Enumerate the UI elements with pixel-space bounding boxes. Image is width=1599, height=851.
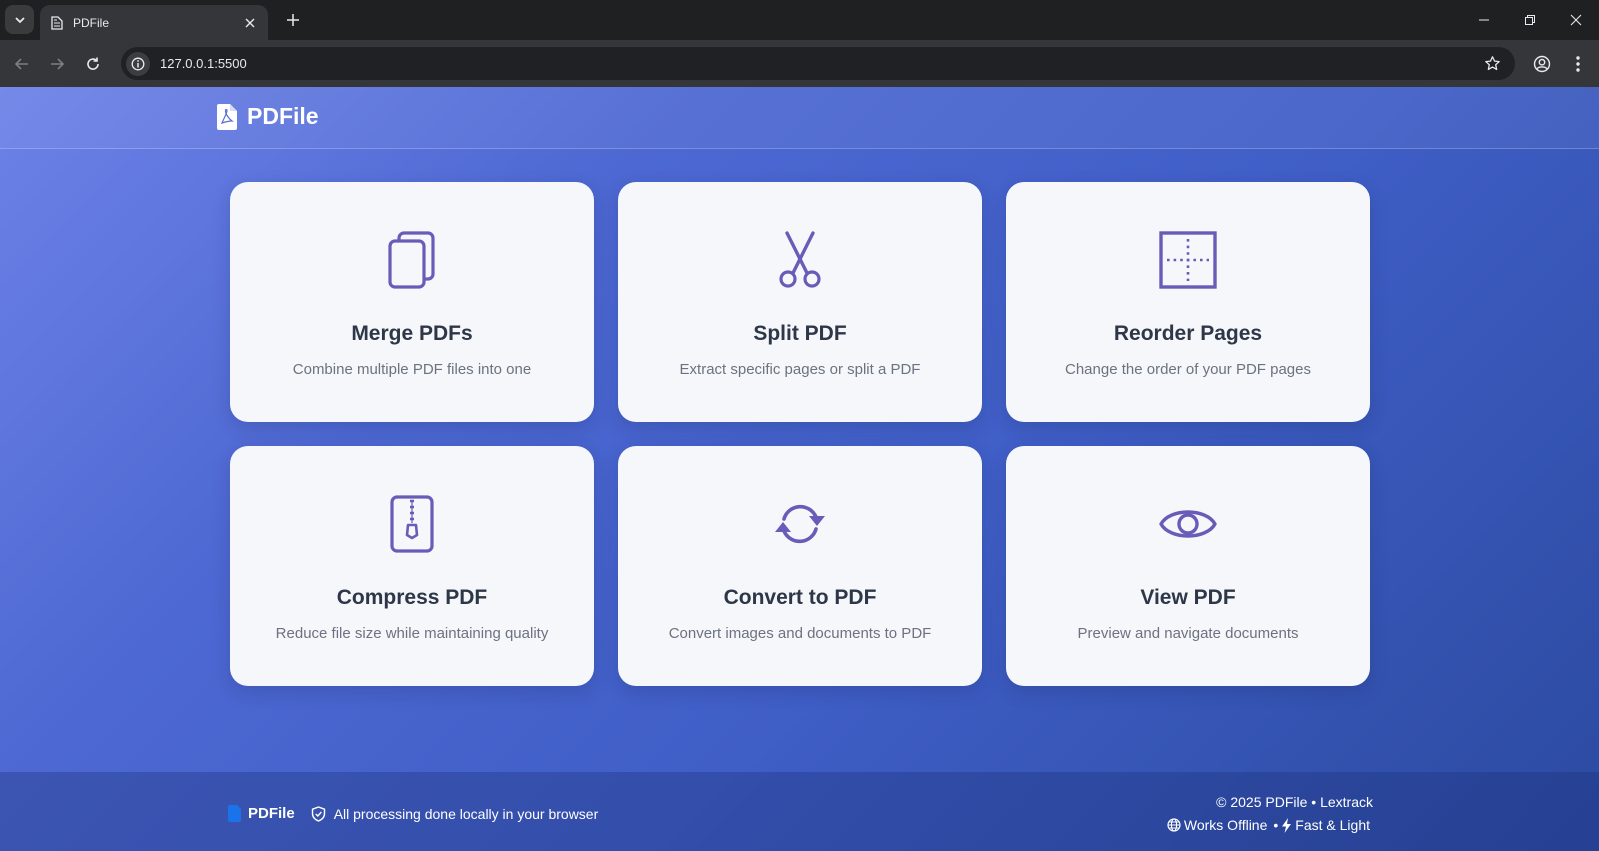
card-description: Reduce file size while maintaining quali… (275, 625, 549, 642)
card-description: Convert images and documents to PDF (668, 625, 932, 642)
close-tab-button[interactable] (242, 15, 258, 31)
brand-name: PDFile (247, 103, 319, 129)
card-icon-wrap (1159, 230, 1217, 290)
close-icon (1570, 14, 1582, 26)
footer-right: © 2025 PDFile • Lextrack Works Offline •… (1167, 794, 1373, 833)
zip-file-icon (390, 495, 434, 553)
card-description: Change the order of your PDF pages (1065, 361, 1311, 378)
arrow-left-icon (14, 58, 28, 70)
site-info-button[interactable] (126, 51, 150, 76)
bookmark-button[interactable] (1477, 49, 1507, 79)
browser-toolbar: 127.0.0.1:5500 (0, 40, 1599, 87)
restore-icon (1525, 15, 1535, 25)
window-controls (1461, 0, 1599, 40)
card-icon-wrap (771, 494, 829, 554)
card-icon-wrap (777, 230, 823, 290)
footer-separator: • (1273, 817, 1279, 833)
shield-check-icon (311, 805, 325, 822)
card-description: Extract specific pages or split a PDF (679, 361, 921, 378)
grid-icon (1159, 231, 1217, 289)
footer-left: PDFile All processing done locally in yo… (228, 805, 598, 822)
pdf-file-icon (217, 103, 237, 130)
footer-privacy-note: All processing done locally in your brow… (333, 805, 599, 822)
eye-icon (1159, 510, 1217, 538)
footer-brand: PDFile (248, 805, 295, 822)
tool-card-compress-pdf[interactable]: Compress PDF Reduce file size while main… (230, 446, 594, 686)
app-header: PDFile (0, 87, 1599, 149)
close-window-button[interactable] (1553, 0, 1599, 40)
refresh-icon (775, 504, 825, 544)
pdf-file-icon (51, 15, 63, 30)
card-title: Reorder Pages (1113, 322, 1263, 345)
browser-tab[interactable]: PDFile (40, 5, 268, 40)
tool-card-view-pdf[interactable]: View PDF Preview and navigate documents (1006, 446, 1370, 686)
arrow-right-icon (51, 58, 65, 70)
footer-features: Works Offline • Fast & Light (1167, 817, 1373, 833)
info-icon (131, 57, 145, 70)
bolt-icon (1282, 817, 1292, 833)
tool-card-convert-to-pdf[interactable]: Convert to PDF Convert images and docume… (618, 446, 982, 686)
card-description: Combine multiple PDF files into one (292, 361, 532, 378)
restore-button[interactable] (1507, 0, 1553, 40)
chevron-down-icon (14, 16, 25, 23)
minimize-button[interactable] (1461, 0, 1507, 40)
back-button[interactable] (9, 51, 35, 77)
account-icon (1533, 55, 1551, 73)
brand-logo[interactable]: PDFile (217, 103, 319, 130)
page-viewport: PDFile Merge PDFs Combine multiple PDF f… (0, 87, 1599, 851)
star-icon (1484, 56, 1500, 71)
app-footer: PDFile All processing done locally in yo… (0, 772, 1599, 851)
card-icon-wrap (387, 230, 437, 290)
new-tab-button[interactable] (282, 9, 304, 31)
card-title: View PDF (1140, 586, 1236, 609)
tab-search-button[interactable] (5, 5, 34, 34)
copy-icon (388, 231, 435, 289)
footer-offline: Works Offline (1183, 817, 1268, 833)
url-text[interactable]: 127.0.0.1:5500 (160, 56, 1477, 71)
card-description: Preview and navigate documents (1077, 625, 1299, 642)
footer-speed: Fast & Light (1295, 817, 1370, 833)
browser-menu-button[interactable] (1566, 52, 1590, 76)
more-vertical-icon (1576, 56, 1580, 72)
minimize-icon (1479, 19, 1489, 21)
close-icon (245, 18, 255, 27)
tool-card-reorder-pages[interactable]: Reorder Pages Change the order of your P… (1006, 182, 1370, 422)
card-title: Merge PDFs (351, 322, 473, 345)
card-icon-wrap (1158, 494, 1218, 554)
footer-copyright: © 2025 PDFile • Lextrack (1216, 794, 1373, 810)
browser-tab-strip: PDFile (0, 0, 1599, 40)
address-bar[interactable]: 127.0.0.1:5500 (121, 47, 1515, 80)
tool-card-split-pdf[interactable]: Split PDF Extract specific pages or spli… (618, 182, 982, 422)
card-title: Convert to PDF (723, 586, 877, 609)
pdf-file-icon (228, 805, 241, 822)
plus-icon (287, 14, 299, 26)
reload-button[interactable] (80, 51, 106, 77)
card-title: Compress PDF (336, 586, 488, 609)
card-icon-wrap (390, 494, 434, 554)
card-title: Split PDF (753, 322, 847, 345)
reload-icon (87, 57, 99, 70)
globe-icon (1167, 818, 1181, 832)
tools-grid: Merge PDFs Combine multiple PDF files in… (230, 182, 1370, 686)
tool-card-merge-pdfs[interactable]: Merge PDFs Combine multiple PDF files in… (230, 182, 594, 422)
tab-title: PDFile (73, 15, 110, 30)
forward-button[interactable] (44, 51, 70, 77)
profile-button[interactable] (1530, 52, 1554, 76)
scissors-icon (779, 231, 821, 288)
